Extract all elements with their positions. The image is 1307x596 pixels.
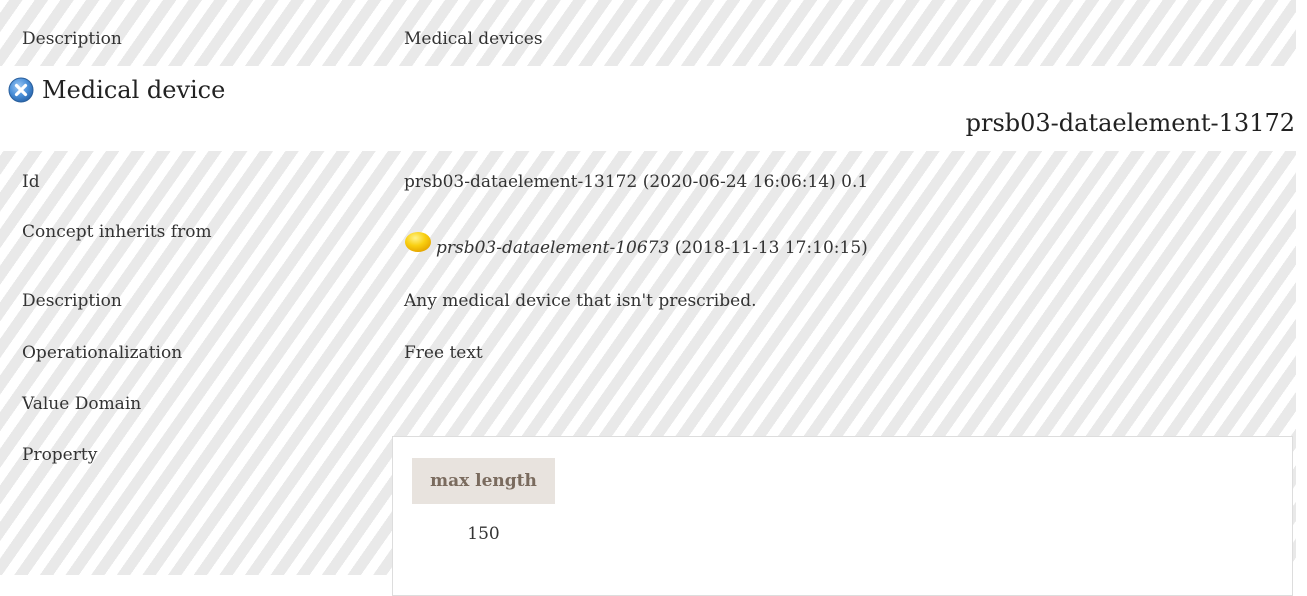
property-label: Property	[22, 445, 98, 465]
yellow-circle-icon	[404, 231, 434, 259]
inherits-label: Concept inherits from	[22, 222, 212, 242]
blue-x-circle-icon[interactable]	[8, 77, 34, 103]
id-label: Id	[22, 172, 40, 192]
description-value: Medical devices	[404, 29, 543, 49]
top-table: Description Medical devices	[0, 0, 1296, 66]
property-header-max-length: max length	[412, 458, 555, 504]
description-label: Description	[22, 29, 122, 49]
inherits-date: (2018-11-13 17:10:15)	[674, 238, 868, 258]
description-detail-value: Any medical device that isn't prescribed…	[404, 291, 757, 311]
inherits-value: prsb03-dataelement-10673 (2018-11-13 17:…	[404, 231, 868, 259]
property-value-max-length: 150	[467, 524, 500, 544]
description-detail-label: Description	[22, 291, 122, 311]
concept-id: prsb03-dataelement-13172	[965, 109, 1295, 137]
inherits-link[interactable]: prsb03-dataelement-10673	[436, 238, 669, 258]
concept-heading[interactable]: Medical device	[8, 74, 225, 106]
property-table: max length 150	[392, 436, 1293, 596]
id-value: prsb03-dataelement-13172 (2020-06-24 16:…	[404, 172, 869, 192]
value-domain-label: Value Domain	[22, 394, 142, 414]
operationalization-value: Free text	[404, 343, 483, 363]
concept-title: Medical device	[42, 76, 226, 104]
details-table: Id prsb03-dataelement-13172 (2020-06-24 …	[0, 151, 1296, 596]
operationalization-label: Operationalization	[22, 343, 183, 363]
